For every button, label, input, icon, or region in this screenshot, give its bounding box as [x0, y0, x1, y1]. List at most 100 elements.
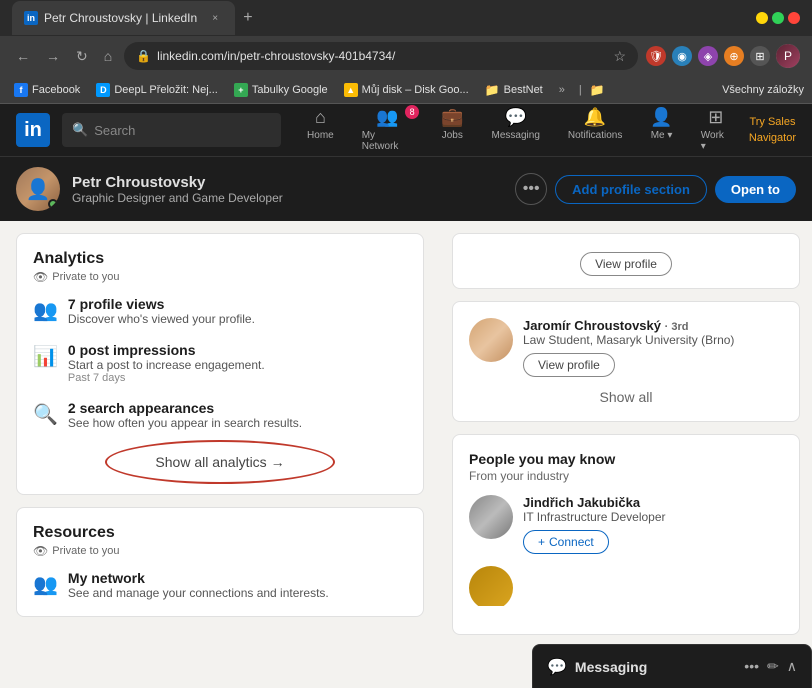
tab-close-button[interactable]: ×	[207, 10, 223, 26]
tab-favicon: in	[24, 11, 38, 25]
back-button[interactable]: ←	[12, 44, 34, 68]
open-to-button[interactable]: Open to	[715, 176, 796, 203]
nav-label-home: Home	[307, 130, 334, 141]
search-appearances-desc: See how often you appear in search resul…	[68, 416, 302, 430]
bookmark-bestnet[interactable]: 📁 BestNet	[479, 81, 549, 99]
home-button[interactable]: ⌂	[100, 44, 116, 68]
nav-item-messaging[interactable]: 💬 Messaging	[478, 104, 554, 160]
main-content: Analytics 👁 Private to you 👥 7 profile v…	[0, 221, 812, 688]
window-controls	[756, 12, 800, 24]
analytics-title: Analytics	[33, 250, 407, 268]
bookmark-facebook[interactable]: f Facebook	[8, 81, 86, 99]
ext-icon-2[interactable]: ◉	[672, 46, 692, 66]
add-profile-section-button[interactable]: Add profile section	[555, 175, 707, 204]
person-row-partial	[469, 566, 783, 606]
search-placeholder: Search	[94, 123, 135, 138]
maximize-button[interactable]	[772, 12, 784, 24]
linkedin-page: in 🔍 Search ⌂ Home 👥 My Network 8 💼 Jo	[0, 104, 812, 688]
online-indicator	[48, 199, 58, 209]
me-icon: 👤	[650, 107, 672, 128]
jindrich-avatar	[469, 495, 513, 539]
nav-item-home[interactable]: ⌂ Home	[293, 104, 348, 160]
home-icon: ⌂	[315, 107, 326, 128]
jaromir-view-profile-button[interactable]: View profile	[523, 353, 615, 377]
messaging-collapse-icon[interactable]: ∧	[787, 658, 797, 675]
bookmark-star-icon[interactable]: ☆	[613, 48, 626, 65]
profile-views-icon: 👥	[33, 298, 58, 323]
nav-label-jobs: Jobs	[442, 130, 463, 141]
nav-item-work[interactable]: ⊞ Work ▾	[687, 104, 745, 160]
profile-views-count: 7 profile views	[68, 296, 255, 312]
messaging-bar[interactable]: 💬 Messaging ••• ✏ ∧	[532, 644, 812, 688]
bookmark-facebook-label: Facebook	[32, 84, 80, 96]
nav-item-me[interactable]: 👤 Me ▾	[636, 104, 686, 160]
network-resource-icon: 👥	[33, 572, 58, 597]
extension-icons: 🛡 ◉ ◈ ⊕ ⊞ P	[646, 44, 800, 68]
ext-icon-5[interactable]: ⊞	[750, 46, 770, 66]
profile-title: Graphic Designer and Game Developer	[72, 191, 503, 205]
analytics-profile-views[interactable]: 👥 7 profile views Discover who's viewed …	[33, 296, 407, 326]
network-badge: 8	[405, 105, 419, 119]
search-appearances-count: 2 search appearances	[68, 400, 302, 416]
my-network-label: My network	[68, 570, 329, 586]
bookmark-deepl[interactable]: D DeepL Přeložit: Nej...	[90, 81, 224, 99]
url-text: linkedin.com/in/petr-chroustovsky-401b47…	[157, 49, 607, 63]
tab-bar: in Petr Chroustovsky | LinkedIn × +	[12, 1, 748, 35]
search-bar[interactable]: 🔍 Search	[62, 113, 281, 147]
nav-item-notifications[interactable]: 🔔 Notifications	[554, 104, 636, 160]
bookmarks-more-button[interactable]: »	[553, 82, 571, 98]
close-button[interactable]	[788, 12, 800, 24]
tab-title: Petr Chroustovsky | LinkedIn	[44, 11, 197, 25]
analytics-post-impressions[interactable]: 📊 0 post impressions Start a post to inc…	[33, 342, 407, 384]
try-sales-navigator[interactable]: Try Sales Navigator	[749, 114, 796, 145]
bookmark-sheets[interactable]: + Tabulky Google	[228, 81, 334, 99]
tab-add-button[interactable]: +	[243, 9, 252, 27]
active-tab[interactable]: in Petr Chroustovsky | LinkedIn ×	[12, 1, 235, 35]
ext-icon-1[interactable]: 🛡	[646, 46, 666, 66]
browser-profile-icon[interactable]: P	[776, 44, 800, 68]
bookmark-drive[interactable]: ▲ Můj disk – Disk Goo...	[338, 81, 475, 99]
messaging-compose-icon[interactable]: ✏	[767, 658, 779, 675]
jindrich-info: Jindřich Jakubička IT Infrastructure Dev…	[523, 495, 783, 554]
resources-card: Resources 👁 Private to you 👥 My network …	[16, 507, 424, 617]
ext-icon-3[interactable]: ◈	[698, 46, 718, 66]
nav-item-network[interactable]: 👥 My Network 8	[348, 104, 427, 160]
partial-avatar	[469, 566, 513, 606]
forward-button[interactable]: →	[42, 44, 64, 68]
all-bookmarks-label[interactable]: Všechny záložky	[722, 84, 804, 96]
resources-eye-icon: 👁	[33, 544, 48, 558]
messaging-icon: 💬	[505, 107, 527, 128]
show-all-analytics-button[interactable]: Show all analytics →	[131, 446, 308, 478]
my-network-desc: See and manage your connections and inte…	[68, 586, 329, 600]
sheets-favicon: +	[234, 83, 248, 97]
analytics-search-appearances[interactable]: 🔍 2 search appearances See how often you…	[33, 400, 407, 430]
jindrich-connect-button[interactable]: + Connect	[523, 530, 609, 554]
browser-titlebar: in Petr Chroustovsky | LinkedIn × +	[0, 0, 812, 36]
messaging-actions: ••• ✏ ∧	[744, 658, 797, 675]
nav-label-notifications: Notifications	[568, 130, 622, 141]
show-all-button[interactable]: Show all	[469, 389, 783, 405]
post-impressions-desc: Start a post to increase engagement.	[68, 358, 265, 372]
more-button[interactable]: •••	[515, 173, 547, 205]
url-bar[interactable]: 🔒 linkedin.com/in/petr-chroustovsky-401b…	[124, 42, 638, 70]
refresh-button[interactable]: ↻	[72, 44, 92, 69]
partial-avatar-image	[469, 566, 513, 606]
network-icon: 👥	[376, 107, 398, 128]
messaging-bar-label: Messaging	[575, 659, 736, 675]
jaromir-avatar	[469, 318, 513, 362]
address-bar: ← → ↻ ⌂ 🔒 linkedin.com/in/petr-chroustov…	[0, 36, 812, 76]
right-panel: View profile Jaromír Chroustovský · 3rd	[440, 221, 812, 688]
deepl-favicon: D	[96, 83, 110, 97]
ext-icon-4[interactable]: ⊕	[724, 46, 744, 66]
search-icon: 🔍	[72, 122, 88, 138]
bookmarks-divider: |	[579, 84, 582, 96]
nav-item-jobs[interactable]: 💼 Jobs	[427, 104, 477, 160]
facebook-favicon: f	[14, 83, 28, 97]
jaromir-name: Jaromír Chroustovský · 3rd	[523, 318, 783, 333]
messaging-more-icon[interactable]: •••	[744, 658, 759, 675]
bookmark-deepl-label: DeepL Přeložit: Nej...	[114, 84, 218, 96]
resources-network-item[interactable]: 👥 My network See and manage your connect…	[33, 570, 407, 600]
minimize-button[interactable]	[756, 12, 768, 24]
view-profile-top-button[interactable]: View profile	[580, 252, 672, 276]
jaromir-avatar-image	[469, 318, 513, 362]
